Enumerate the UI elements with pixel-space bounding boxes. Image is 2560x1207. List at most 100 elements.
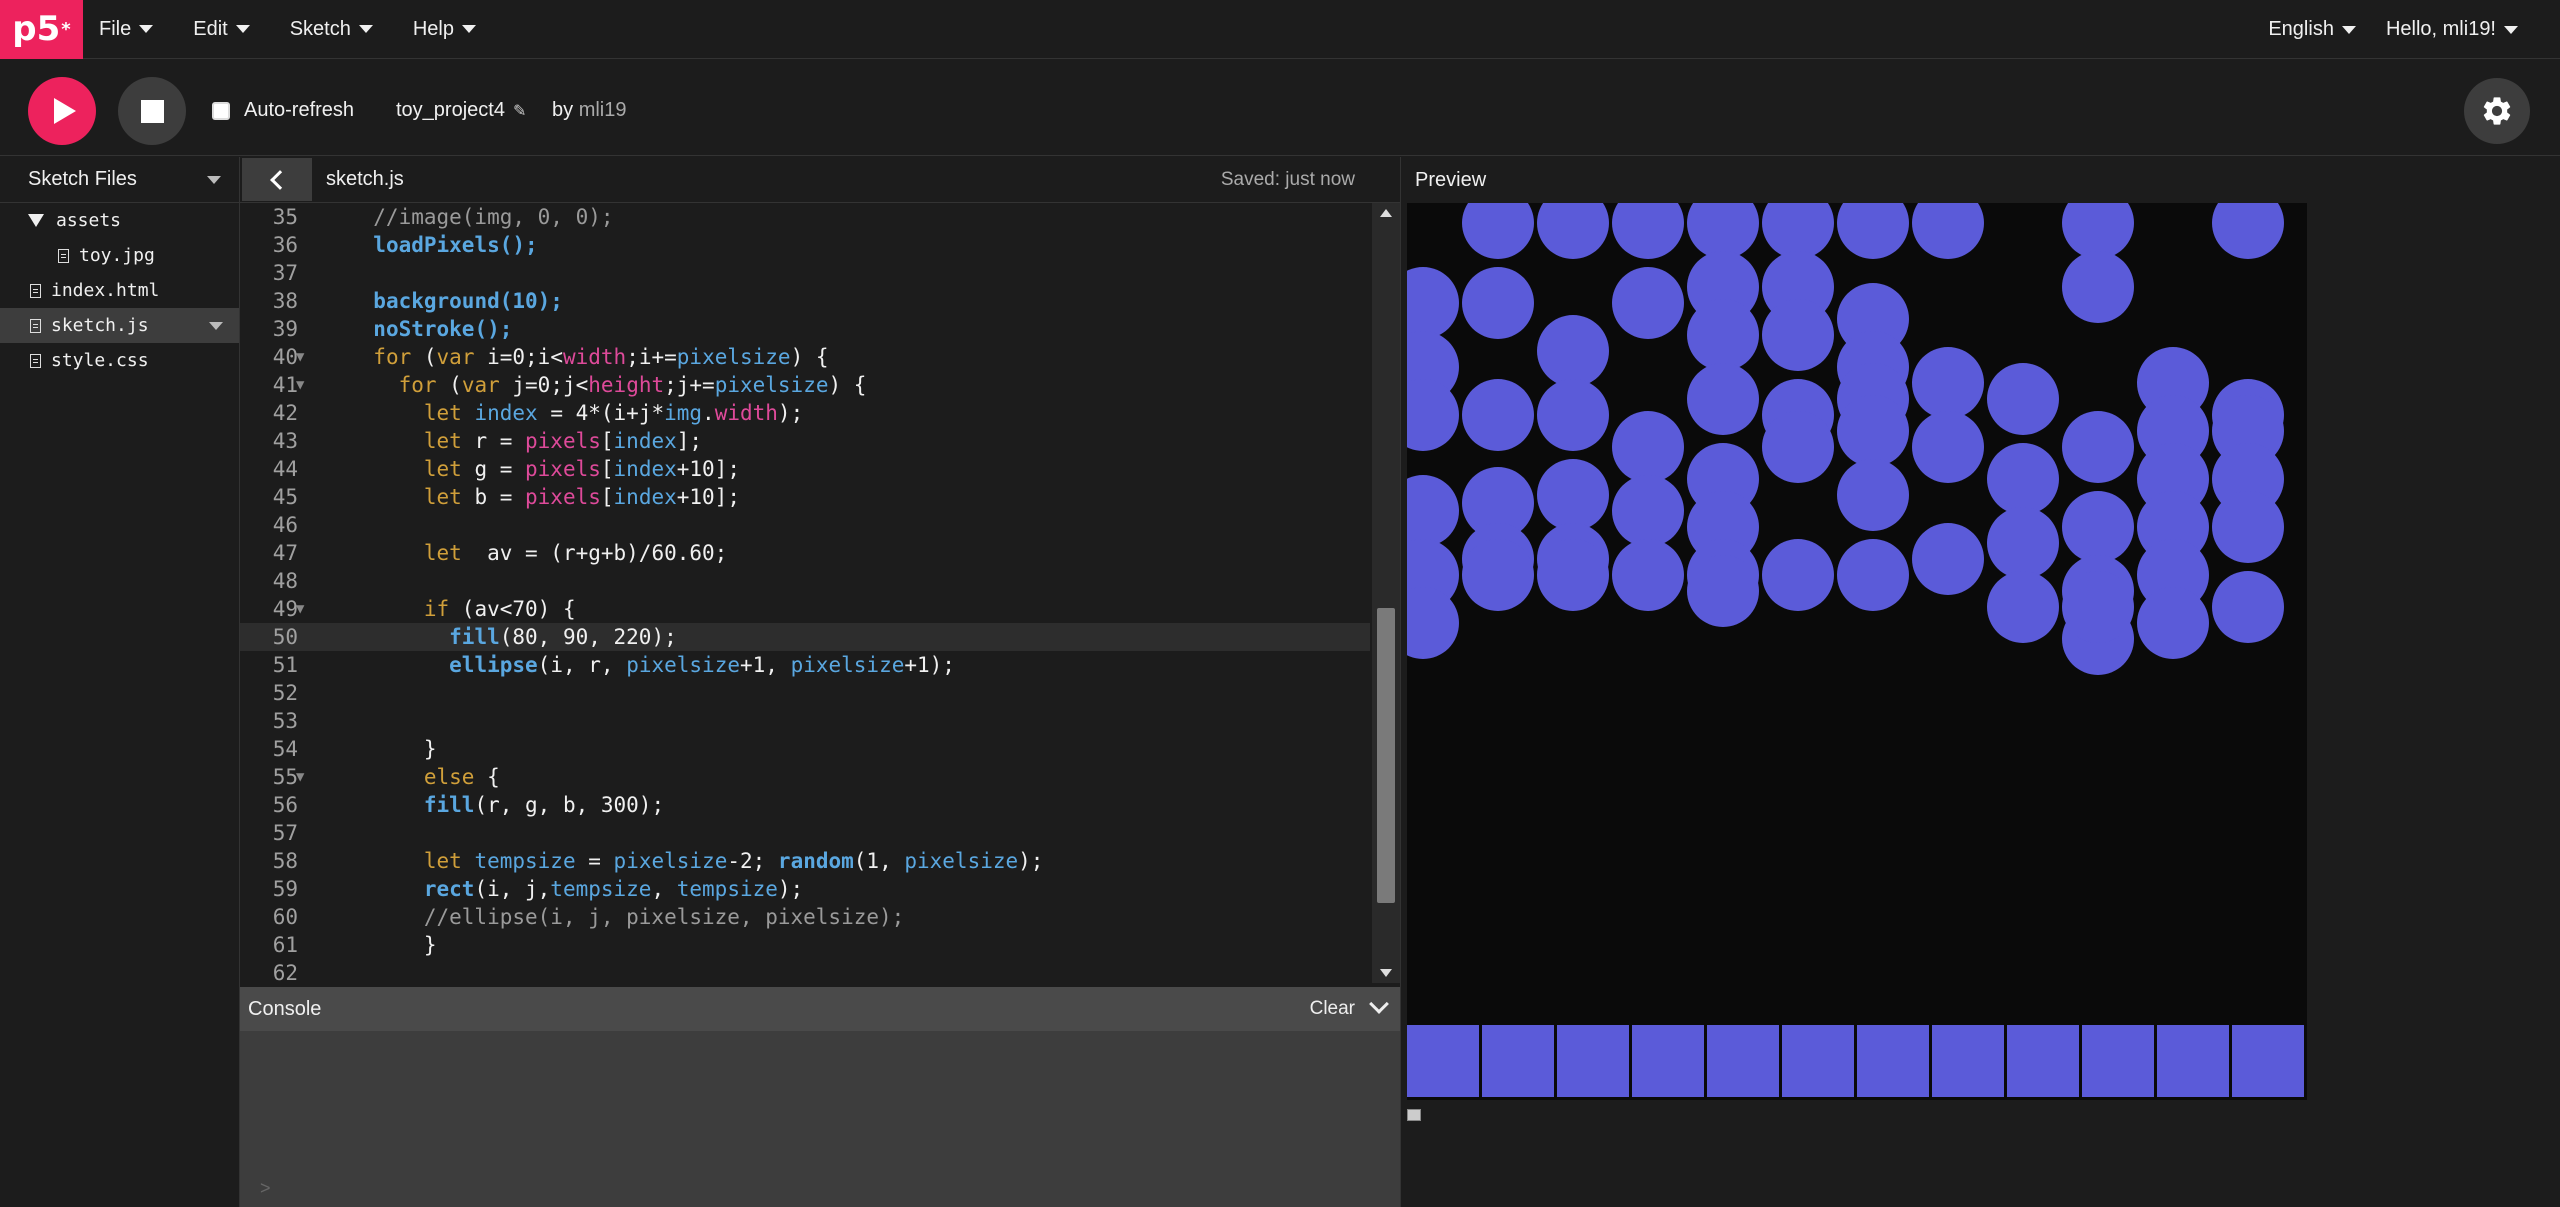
- fold-arrow-icon[interactable]: ▼: [296, 343, 304, 371]
- code-text: //image(img, 0, 0);: [348, 205, 614, 229]
- code-text: background(10);: [373, 289, 563, 313]
- language-dropdown[interactable]: English: [2268, 18, 2356, 41]
- code-text: for (var i=0;i<width;i+=pixelsize) {: [373, 345, 829, 369]
- menu-file[interactable]: File: [99, 17, 154, 41]
- account-menu: English Hello, mli19!: [2238, 0, 2518, 59]
- auto-refresh-toggle[interactable]: Auto-refresh: [212, 99, 354, 122]
- file-sketch-js[interactable]: sketch.js: [0, 308, 239, 343]
- line-number: 58: [272, 849, 298, 873]
- sketch-ellipse: [1462, 267, 1534, 339]
- project-name[interactable]: toy_project4 ✎: [396, 99, 526, 122]
- by-label: by: [552, 99, 574, 121]
- sketch-rect: [1482, 1025, 1554, 1097]
- file-label: assets: [56, 210, 122, 231]
- code-text: }: [348, 737, 437, 761]
- line-number: 56: [272, 793, 298, 817]
- line-number: 55: [272, 765, 298, 789]
- file-toy-jpg[interactable]: toy.jpg: [0, 238, 239, 273]
- code-text: let index = 4*(i+j*img.width);: [423, 401, 804, 425]
- scrollbar-thumb[interactable]: [1377, 608, 1395, 903]
- code-text: fill(r, g, b, 300);: [423, 793, 665, 817]
- sketch-ellipse: [1837, 395, 1909, 467]
- sketch-ellipse: [2212, 203, 2284, 259]
- pencil-icon[interactable]: ✎: [513, 101, 526, 121]
- sidebar-title: Sketch Files: [28, 168, 137, 190]
- stop-button[interactable]: [118, 77, 186, 145]
- top-navigation-bar: p5 * File Edit Sketch Help English Hello,…: [0, 0, 2560, 59]
- code-line: 41 ▼ for (var j=0;j<height;j+=pixelsize) …: [240, 371, 1370, 399]
- sketch-ellipse: [1762, 411, 1834, 483]
- line-number: 48: [272, 569, 298, 593]
- line-number: 41: [272, 373, 298, 397]
- code-line: 40 ▼ for (var i=0;i<width;i+=pixelsize) {: [240, 343, 1370, 371]
- user-dropdown[interactable]: Hello, mli19!: [2386, 18, 2518, 41]
- line-number: 60: [272, 905, 298, 929]
- chevron-down-icon: [2341, 25, 2356, 34]
- editor-scrollbar[interactable]: [1372, 203, 1400, 983]
- line-number: 49: [272, 597, 298, 621]
- code-line: 37: [240, 259, 1370, 287]
- sketch-ellipse: [1537, 203, 1609, 259]
- sketch-ellipse: [2062, 571, 2134, 643]
- editor-file-name: sketch.js: [326, 168, 404, 190]
- code-line: 60 //ellipse(i, j, pixelsize, pixelsize)…: [240, 903, 1370, 931]
- sketch-ellipse: [2062, 251, 2134, 323]
- sketch-rect: [1407, 1025, 1479, 1097]
- sketch-ellipse: [1612, 411, 1684, 483]
- scroll-down-arrow-icon[interactable]: [1380, 969, 1392, 977]
- sketch-ellipse: [1687, 299, 1759, 371]
- sketch-ellipse: [1987, 571, 2059, 643]
- fold-arrow-icon[interactable]: ▼: [296, 595, 304, 623]
- code-editor: sketch.js Saved: just now 35 //image(img…: [240, 157, 1400, 987]
- folder-expanded-icon[interactable]: [28, 214, 44, 227]
- chevron-down-icon[interactable]: [1369, 994, 1389, 1014]
- fold-arrow-icon[interactable]: ▼: [296, 371, 304, 399]
- file-index-html[interactable]: index.html: [0, 273, 239, 308]
- line-number: 44: [272, 457, 298, 481]
- chevron-down-icon[interactable]: [209, 321, 223, 330]
- sketch-rect: [1782, 1025, 1854, 1097]
- sketch-ellipse: [1612, 203, 1684, 259]
- fold-arrow-icon[interactable]: ▼: [296, 763, 304, 791]
- code-area[interactable]: 35 //image(img, 0, 0); 36 loadPixels(); …: [240, 203, 1370, 983]
- menu-file-label: File: [99, 17, 132, 40]
- sketch-ellipse: [1762, 539, 1834, 611]
- code-line: 62: [240, 959, 1370, 983]
- code-line: 47 let av = (r+g+b)/60.60;: [240, 539, 1370, 567]
- settings-button[interactable]: [2464, 78, 2530, 144]
- sketch-ellipse: [2212, 571, 2284, 643]
- play-button[interactable]: [28, 77, 96, 145]
- line-number: 62: [272, 961, 298, 983]
- auto-refresh-checkbox[interactable]: [212, 101, 230, 120]
- sketch-canvas[interactable]: [1407, 203, 2307, 1100]
- line-number: 46: [272, 513, 298, 537]
- chevron-left-icon: [270, 169, 290, 190]
- preview-header: Preview: [1401, 157, 2560, 203]
- menu-help[interactable]: Help: [413, 18, 476, 41]
- menu-sketch-label: Sketch: [289, 17, 351, 40]
- logo-asterisk: *: [61, 18, 71, 40]
- menu-sketch[interactable]: Sketch: [290, 18, 373, 41]
- menu-edit[interactable]: Edit: [193, 18, 250, 41]
- file-style-css[interactable]: style.css: [0, 343, 239, 378]
- code-line: 51 ellipse(i, r, pixelsize+1, pixelsize+…: [240, 651, 1370, 679]
- sketch-ellipse: [1987, 507, 2059, 579]
- collapse-sidebar-button[interactable]: [242, 158, 312, 201]
- code-text: if (av<70) {: [423, 597, 576, 621]
- chevron-down-icon[interactable]: [207, 176, 221, 184]
- scroll-up-arrow-icon[interactable]: [1380, 209, 1392, 217]
- p5-logo[interactable]: p5 *: [0, 0, 83, 59]
- line-number: 42: [272, 401, 298, 425]
- sketch-rect: [1632, 1025, 1704, 1097]
- author-link[interactable]: mli19: [579, 99, 627, 121]
- code-text: else {: [423, 765, 500, 789]
- folder-assets[interactable]: assets: [0, 203, 239, 238]
- sketch-ellipse: [1912, 411, 1984, 483]
- language-label: English: [2268, 18, 2334, 40]
- console-prompt[interactable]: >: [260, 1178, 271, 1199]
- file-label: style.css: [51, 350, 149, 371]
- line-number: 57: [272, 821, 298, 845]
- console-clear-button[interactable]: Clear: [1310, 998, 1355, 1020]
- sketch-ellipse: [1407, 587, 1459, 659]
- sketch-ellipse: [1912, 203, 1984, 259]
